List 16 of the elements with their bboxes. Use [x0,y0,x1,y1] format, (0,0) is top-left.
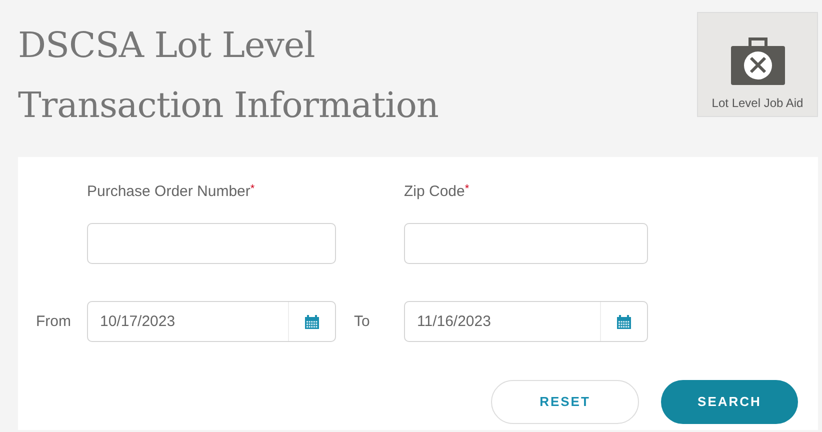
field-label: Zip Code* [404,183,470,202]
search-button[interactable]: SEARCH [661,380,798,424]
text-input-field[interactable] [404,222,648,264]
date-input-field[interactable]: 10/17/2023 [87,301,336,342]
date-label: From [35,313,72,330]
calendar-icon[interactable] [616,314,632,330]
job-aid-label: Lot Level Job Aid [712,96,804,110]
date-label: To [353,313,371,330]
job-aid-button[interactable]: Lot Level Job Aid [697,12,818,117]
field-label: Purchase Order Number* [87,183,256,202]
reset-button[interactable]: RESET [491,380,639,424]
toolbox-icon [728,36,786,86]
page-title: DSCSA Lot Level Transaction Information [18,25,438,128]
date-input-field[interactable]: 11/16/2023 [404,301,648,342]
calendar-icon[interactable] [304,314,320,330]
text-input-field[interactable] [87,222,336,264]
